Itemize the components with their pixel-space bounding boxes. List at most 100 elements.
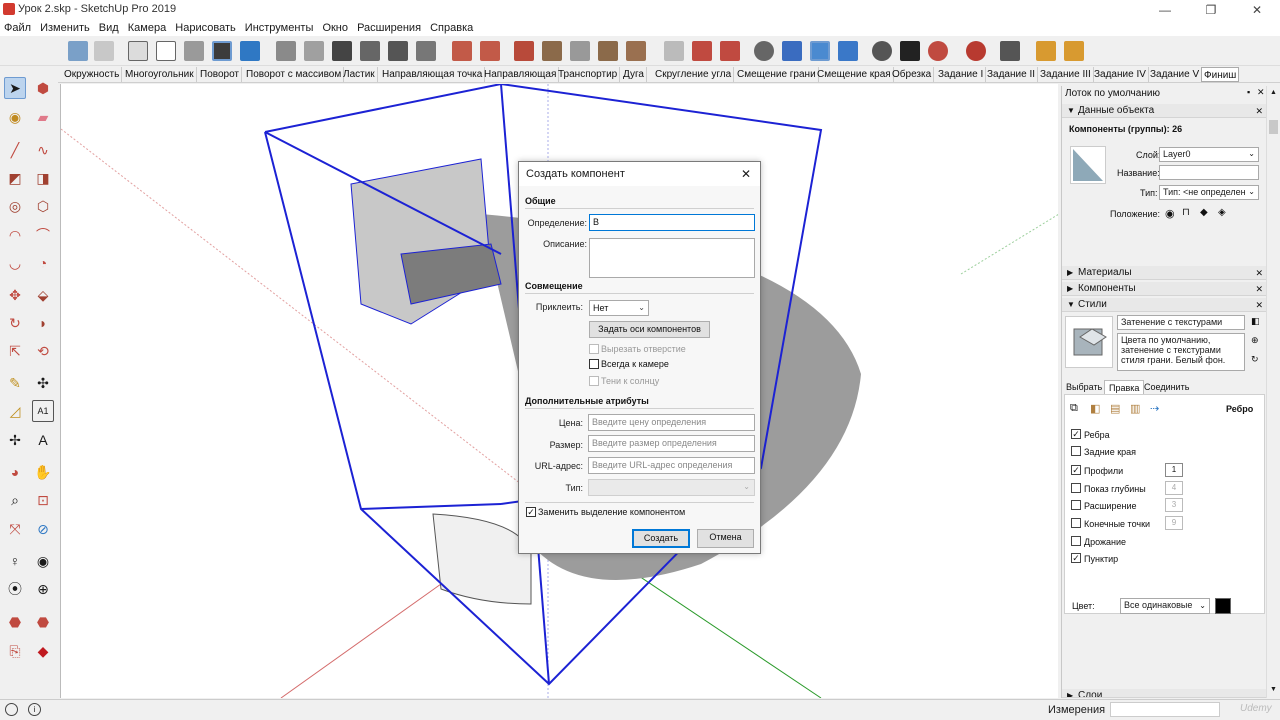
styles-header[interactable]: ▼ Стили ✕ <box>1062 298 1267 312</box>
cut-opening-checkbox[interactable] <box>589 344 599 354</box>
tab-rotate-array[interactable]: Поворот с массивом <box>244 67 345 82</box>
polygon-icon[interactable]: ⬡ <box>32 195 54 217</box>
menu-edit[interactable]: Изменить <box>37 20 93 36</box>
pin-location-icon[interactable] <box>900 41 920 61</box>
stamp-icon[interactable] <box>542 41 562 61</box>
entity-info-header[interactable]: ▼ Данные объекта ✕ <box>1062 104 1267 118</box>
house-left-icon[interactable] <box>388 41 408 61</box>
glue-select[interactable]: Нет ⌄ <box>589 300 649 316</box>
house-bottom-icon[interactable] <box>416 41 436 61</box>
axes-icon[interactable]: ✢ <box>4 429 26 451</box>
section-display-icon[interactable] <box>782 41 802 61</box>
drape-icon[interactable] <box>570 41 590 61</box>
extension-checkbox[interactable] <box>1071 500 1081 510</box>
house-back-icon[interactable] <box>360 41 380 61</box>
edge-settings-icon[interactable]: ⧉ <box>1070 402 1078 415</box>
position-camera-icon[interactable]: ♀ <box>4 550 26 572</box>
back-edges-checkbox[interactable] <box>1071 446 1081 456</box>
follow-me-icon[interactable]: ◗ <box>32 312 54 334</box>
tab-rotate[interactable]: Поворот <box>198 67 242 82</box>
profiles-checkbox[interactable]: ✓ <box>1071 465 1081 475</box>
eraser-icon[interactable]: ▰ <box>32 106 54 128</box>
update-style-icon[interactable]: ◧ <box>1251 316 1260 327</box>
circle-icon[interactable]: ◎ <box>4 195 26 217</box>
tab-edit[interactable]: Правка <box>1104 380 1145 395</box>
shaded-textures-icon[interactable] <box>212 41 232 61</box>
profiles-width-input[interactable]: 1 <box>1165 463 1183 477</box>
dialog-close-button[interactable]: ✕ <box>741 167 751 181</box>
materials-header[interactable]: ▶ Материалы ✕ <box>1062 266 1267 280</box>
create-button[interactable]: Создать <box>632 529 690 548</box>
house-front-icon[interactable] <box>332 41 352 61</box>
modeling-settings-icon[interactable]: ⇢ <box>1150 402 1159 415</box>
menu-tools[interactable]: Инструменты <box>242 20 317 36</box>
menu-camera[interactable]: Камера <box>125 20 169 36</box>
scale-icon[interactable]: ⇱ <box>4 340 26 362</box>
endpoints-input[interactable]: 9 <box>1165 516 1183 530</box>
extension-tool-icon[interactable] <box>1036 41 1056 61</box>
dimension-icon[interactable]: ✣ <box>32 372 54 394</box>
maximize-button[interactable]: ❐ <box>1188 0 1234 20</box>
tab-select[interactable]: Выбрать <box>1066 382 1102 392</box>
visible-eye-icon[interactable]: ◉ <box>1165 207 1175 220</box>
text-icon[interactable]: A1 <box>32 400 54 422</box>
move-icon[interactable]: ✥ <box>4 284 26 306</box>
pencil-line-icon[interactable]: ╱ <box>4 139 26 161</box>
dashes-checkbox[interactable]: ✓ <box>1071 553 1081 563</box>
offset-icon[interactable]: ⟲ <box>32 340 54 362</box>
tab-finish[interactable]: Финиш <box>1201 67 1240 82</box>
tab-circle[interactable]: Окружность <box>62 67 123 82</box>
house-right-icon[interactable] <box>304 41 324 61</box>
pie-icon[interactable]: ◔ <box>32 252 54 274</box>
add-detail-icon[interactable] <box>598 41 618 61</box>
face-settings-icon[interactable]: ◧ <box>1090 402 1100 415</box>
freehand-icon[interactable]: ∿ <box>32 139 54 161</box>
orbit-icon[interactable]: ◕ <box>4 461 26 483</box>
tab-trim[interactable]: Обрезка <box>890 67 935 82</box>
extension-warehouse-icon[interactable] <box>720 41 740 61</box>
sandbox-from-scratch-icon[interactable] <box>480 41 500 61</box>
info-status-icon[interactable]: i <box>28 703 41 716</box>
shadows-face-sun-checkbox[interactable] <box>589 376 599 386</box>
tray-pin-icon[interactable]: ▪ <box>1247 87 1250 97</box>
background-settings-icon[interactable]: ▤ <box>1110 402 1120 415</box>
menu-help[interactable]: Справка <box>427 20 476 36</box>
tab-arc[interactable]: Дуга <box>621 67 647 82</box>
menu-file[interactable]: Файл <box>0 20 34 36</box>
components-header[interactable]: ▶ Компоненты ✕ <box>1062 282 1267 296</box>
close-window-button[interactable]: ✕ <box>1234 0 1280 20</box>
cancel-button[interactable]: Отмена <box>697 529 754 548</box>
xray-icon[interactable] <box>128 41 148 61</box>
lock-icon[interactable]: ⊓ <box>1182 207 1190 218</box>
tab-mix[interactable]: Соединить <box>1144 382 1189 392</box>
iso-view-icon[interactable] <box>68 41 88 61</box>
two-point-arc-icon[interactable]: ⌒ <box>32 224 54 246</box>
receive-shadows-icon[interactable]: ◆ <box>1200 207 1208 218</box>
look-around-icon[interactable]: ◉ <box>32 550 54 572</box>
cast-shadows-icon[interactable]: ◈ <box>1218 207 1226 218</box>
description-textarea[interactable] <box>589 238 755 278</box>
panel-close-button[interactable]: ✕ <box>1255 266 1263 280</box>
section-plane-tool-icon[interactable]: ⊕ <box>32 578 54 600</box>
tab-offset-edge[interactable]: Смещение края <box>815 67 894 82</box>
extension-tool-2-icon[interactable] <box>1064 41 1084 61</box>
tab-guide[interactable]: Направляющая <box>482 67 560 82</box>
three-point-arc-icon[interactable]: ◡ <box>4 252 26 274</box>
always-face-camera-checkbox[interactable] <box>589 359 599 369</box>
set-component-axes-button[interactable]: Задать оси компонентов <box>589 321 710 338</box>
walk-footprints-icon[interactable]: ⦿ <box>4 578 26 600</box>
definition-input[interactable]: В <box>589 214 755 231</box>
scroll-up-icon[interactable]: ▲ <box>1270 89 1277 96</box>
tab-task-4[interactable]: Задание IV <box>1092 67 1149 82</box>
refresh-style-icon[interactable]: ↻ <box>1251 354 1259 365</box>
push-pull-icon[interactable]: ⬙ <box>32 284 54 306</box>
menu-view[interactable]: Вид <box>96 20 122 36</box>
tab-task-2[interactable]: Задание II <box>985 67 1039 82</box>
tab-task-5[interactable]: Задание V <box>1148 67 1203 82</box>
rectangle-icon[interactable]: ◩ <box>4 167 26 189</box>
shaded-icon[interactable] <box>184 41 204 61</box>
panel-close-button[interactable]: ✕ <box>1255 298 1263 312</box>
name-input[interactable] <box>1159 165 1259 180</box>
photo-texture-icon[interactable] <box>966 41 986 61</box>
protractor-icon[interactable]: ◿ <box>4 400 26 422</box>
